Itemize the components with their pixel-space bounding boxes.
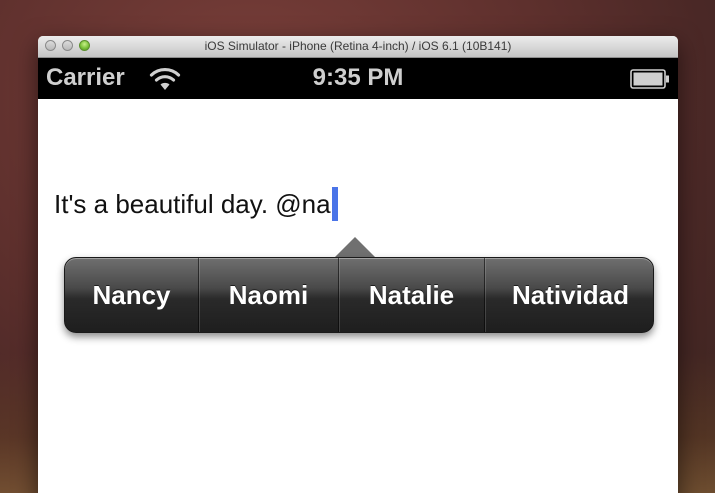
suggestion-naomi[interactable]: Naomi: [199, 258, 339, 332]
status-time: 9:35 PM: [312, 64, 404, 91]
suggestion-natividad[interactable]: Natividad: [485, 258, 653, 332]
window-title: iOS Simulator - iPhone (Retina 4-inch) /…: [204, 39, 512, 53]
close-window-button[interactable]: [45, 40, 56, 51]
popover-pointer: [334, 237, 376, 258]
text-caret: [331, 187, 338, 221]
zoom-window-button[interactable]: [79, 40, 90, 51]
suggestion-natalie[interactable]: Natalie: [339, 258, 485, 332]
window-controls: [45, 40, 90, 51]
text-view-content[interactable]: It's a beautiful day. @na: [54, 189, 331, 220]
app-content: It's a beautiful day. @na Nancy Naomi Na…: [38, 99, 678, 493]
mention-suggestions-bar: Nancy Naomi Natalie Natividad: [64, 257, 654, 333]
window-titlebar[interactable]: iOS Simulator - iPhone (Retina 4-inch) /…: [38, 36, 678, 58]
text-view[interactable]: It's a beautiful day. @na: [54, 187, 338, 221]
simulator-window: iOS Simulator - iPhone (Retina 4-inch) /…: [38, 36, 678, 493]
suggestion-nancy[interactable]: Nancy: [65, 258, 199, 332]
ios-status-bar: Carrier 9:35 PM: [38, 58, 678, 99]
battery-icon: [630, 69, 669, 89]
minimize-window-button[interactable]: [62, 40, 73, 51]
